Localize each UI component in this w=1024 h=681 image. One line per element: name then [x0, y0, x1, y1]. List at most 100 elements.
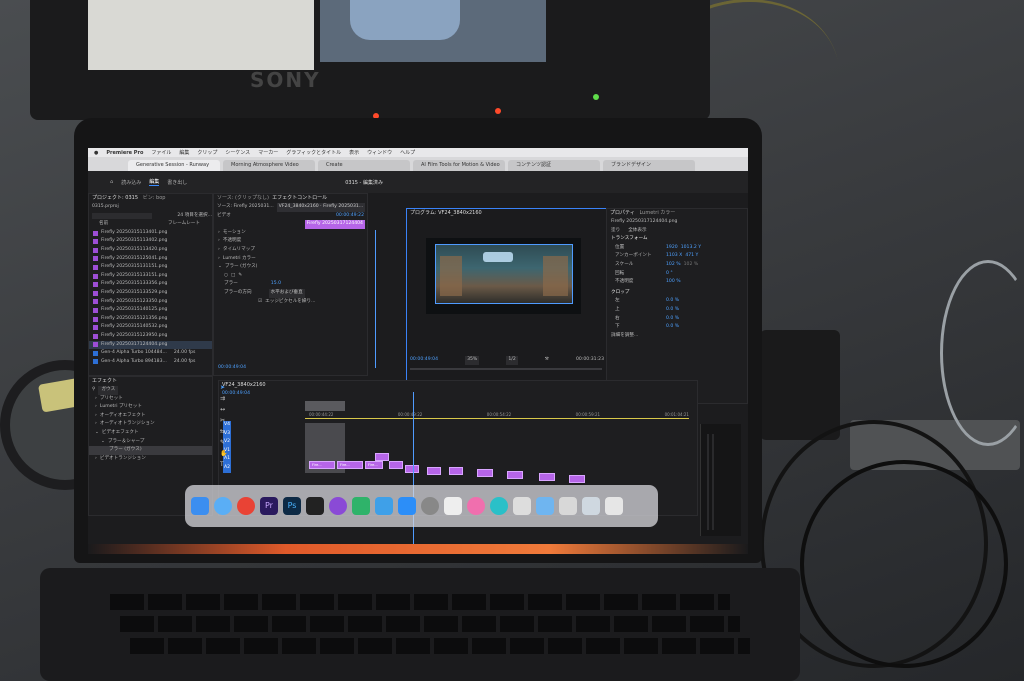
menu-file[interactable]: ファイル [151, 149, 171, 156]
fit-button[interactable]: 全体表示 [628, 227, 646, 236]
track-a1[interactable]: A1 [223, 455, 273, 464]
ec-clip-label[interactable]: Firefly 20250317124404 [304, 220, 365, 229]
browser-tab[interactable]: Generative Session - Runway [128, 160, 220, 171]
ec-row[interactable]: › モーション [214, 229, 367, 238]
ec-row[interactable]: ⌄ ブラー (ガウス) [214, 263, 367, 272]
adjust-more[interactable]: 詳細を調整... [607, 332, 747, 341]
track-select-icon[interactable]: ⇉ [220, 395, 228, 402]
apple-icon[interactable]: ● [94, 150, 98, 156]
prop-value[interactable]: 102 % [666, 261, 681, 270]
program-title[interactable]: プログラム: VF24_3840x2160 [407, 209, 607, 218]
effects-tree-item[interactable]: › プリセット [89, 395, 212, 404]
browser-tab[interactable]: Create [318, 160, 410, 171]
menu-view[interactable]: 表示 [349, 149, 359, 156]
app-icon-white[interactable] [513, 497, 531, 515]
menu-sequence[interactable]: シーケンス [225, 149, 250, 156]
list-item[interactable]: Firefly 20250315133356.png [89, 280, 212, 289]
menu-help[interactable]: ヘルプ [400, 149, 415, 156]
prop-value[interactable]: 1920 [666, 244, 678, 253]
pen-icon[interactable]: ✎ [220, 439, 228, 446]
track-a2[interactable]: A2 [223, 463, 273, 473]
chrome-icon[interactable] [237, 497, 255, 515]
effects-tree-item[interactable]: ⌄ ビデオエフェクト [89, 429, 212, 438]
crop-value[interactable]: 0.0 % [666, 297, 679, 306]
list-item[interactable]: Firefly 20250315113420.png [89, 246, 212, 255]
workspace-export[interactable]: 書き出し [167, 179, 187, 186]
track-v3[interactable]: V3 [223, 429, 273, 439]
menu-clip[interactable]: クリップ [197, 149, 217, 156]
track-v2[interactable]: V2 [223, 438, 273, 447]
list-item-selected[interactable]: Firefly 20250317124404.png [89, 340, 212, 350]
hand-icon[interactable]: ✋ [220, 450, 228, 457]
rect-mask-icon[interactable]: □ [231, 272, 235, 281]
effects-panel-title[interactable]: エフェクト [89, 377, 212, 386]
app-store-icon[interactable] [398, 497, 416, 515]
list-item[interactable]: Firefly 20250315140125.png [89, 306, 212, 315]
timeline-clip[interactable]: Fire... [309, 461, 335, 469]
app-icon-purple[interactable] [329, 497, 347, 515]
davinci-icon[interactable] [306, 497, 324, 515]
timeline-clip[interactable] [449, 467, 463, 475]
timeline-clip[interactable] [427, 467, 441, 475]
transform-bounding-box[interactable] [435, 244, 573, 304]
project-search-input[interactable] [92, 212, 152, 219]
crop-value[interactable]: 0.0 % [666, 323, 679, 332]
ripple-edit-icon[interactable]: ↔ [220, 406, 228, 413]
timeline-clip[interactable]: Fire... [337, 461, 363, 469]
prop-value[interactable]: 100 % [666, 278, 681, 287]
timeline-clip[interactable] [389, 461, 403, 469]
tab-effect-controls[interactable]: エフェクトコントロール [272, 195, 327, 201]
ellipse-mask-icon[interactable]: ○ [224, 272, 228, 281]
app-icon-teal[interactable] [490, 497, 508, 515]
track-v1[interactable]: V1 [223, 446, 273, 456]
list-item[interactable]: Firefly 20250315113401.png [89, 229, 212, 238]
prop-value[interactable]: 1103 X [666, 252, 682, 261]
tab-properties[interactable]: プロパティ [610, 210, 635, 216]
effects-tree-item[interactable]: › オーディオエフェクト [89, 412, 212, 421]
crop-section[interactable]: クロップ [607, 289, 747, 298]
prop-value[interactable]: 1013.2 Y [681, 244, 701, 253]
list-item[interactable]: Firefly 20250315123950.png [89, 332, 212, 341]
crop-value[interactable]: 0.0 % [666, 315, 679, 324]
list-item[interactable]: Firefly 20250315131151.png [89, 263, 212, 272]
effects-tree-item-selected[interactable]: ブラー (ガウス) [89, 446, 212, 455]
timeline-playhead[interactable] [413, 392, 414, 554]
timeline-clip[interactable]: Fire... [365, 461, 383, 469]
menu-window[interactable]: ウィンドウ [367, 149, 392, 156]
menu-edit[interactable]: 編集 [179, 149, 189, 156]
list-item[interactable]: Firefly 20250315125041.png [89, 255, 212, 264]
list-item[interactable]: Firefly 20250315133151.png [89, 272, 212, 281]
fill-button[interactable]: 塗り [611, 227, 620, 236]
keynote-icon[interactable] [375, 497, 393, 515]
razor-icon[interactable]: ✂ [220, 417, 228, 424]
project-panel-title[interactable]: プロジェクト: 0315 ビン: bop [89, 194, 212, 203]
track-v4[interactable]: V4 [223, 421, 273, 430]
safari-icon[interactable] [214, 497, 232, 515]
wrench-icon[interactable]: ⚒ [545, 356, 549, 365]
folder-icon[interactable] [536, 497, 554, 515]
col-name[interactable]: 名前 [99, 220, 108, 229]
work-area-bar[interactable] [305, 401, 345, 411]
list-item[interactable]: Firefly 20250315113402.png [89, 237, 212, 246]
trash-icon[interactable] [605, 497, 623, 515]
slip-icon[interactable]: ⇆ [220, 428, 228, 435]
finder-icon[interactable] [191, 497, 209, 515]
timeline-clip[interactable] [507, 471, 523, 479]
sequence-label[interactable]: VF24_3840x2160 · Firefly 2025031... [276, 203, 366, 212]
photoshop-icon[interactable]: Ps [283, 497, 301, 515]
effects-search-input[interactable]: ガウス [98, 386, 119, 395]
bin-tab[interactable]: ビン: bop [143, 195, 166, 201]
tab-source[interactable]: ソース: (クリップなし) [217, 195, 269, 201]
ec-row[interactable]: › タイムリマップ [214, 246, 367, 255]
timeline-clip[interactable] [375, 453, 389, 461]
app-icon-pink[interactable] [467, 497, 485, 515]
crop-value[interactable]: 0.0 % [666, 306, 679, 315]
quality-select[interactable]: 1/2 [506, 356, 518, 365]
tab-lumetri[interactable]: Lumetri カラー [639, 210, 675, 216]
ec-row[interactable]: › Lumetri カラー [214, 255, 367, 264]
list-item[interactable]: Firefly 20250315121356.png [89, 315, 212, 324]
program-scrubber[interactable] [410, 368, 602, 370]
effects-tree-item[interactable]: › ビデオトランジション [89, 455, 212, 464]
app-icon-green[interactable] [352, 497, 370, 515]
selection-tool-icon[interactable]: ➤ [220, 384, 228, 391]
